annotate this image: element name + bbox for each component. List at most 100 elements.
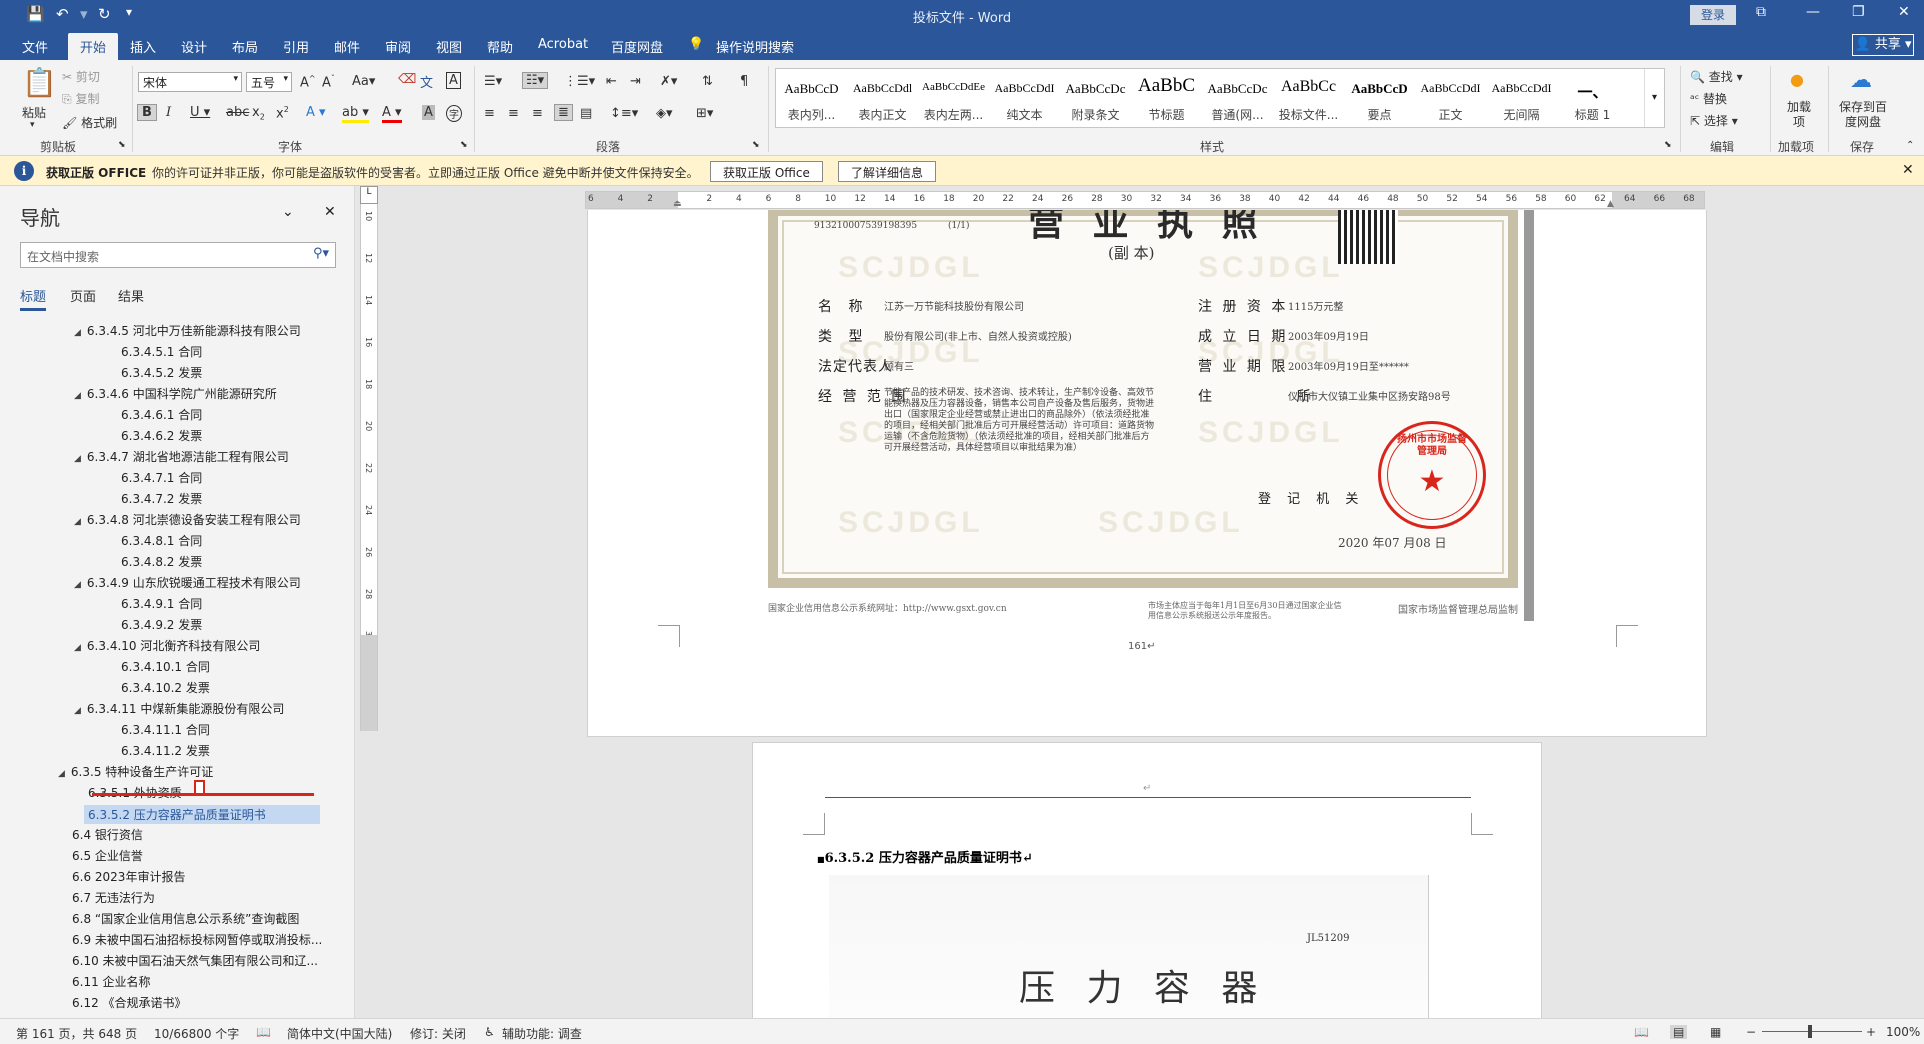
language-status[interactable]: 简体中文(中国大陆) — [287, 1025, 392, 1042]
style-item[interactable]: AaBbCcDdEe 表内左两... — [918, 69, 989, 127]
document-page[interactable]: ↵ ■6.3.5.2 压力容器产品质量证明书↵ JL51209 压 力 容 器 — [752, 742, 1542, 1018]
tab-help[interactable]: 帮助 — [487, 37, 513, 56]
nav-heading-item[interactable]: ◢ 6.3.4.10 河北衡齐科技有限公司 — [74, 637, 260, 654]
nav-tab-pages[interactable]: 页面 — [70, 286, 96, 305]
clear-format-icon[interactable]: ⌫ — [398, 72, 416, 87]
nav-heading-item[interactable]: 6.10 未被中国石油天然气集团有限公司和辽... — [72, 952, 318, 969]
show-marks-icon[interactable]: ¶ — [740, 74, 748, 89]
tab-insert[interactable]: 插入 — [130, 37, 156, 56]
tab-acrobat[interactable]: Acrobat — [538, 37, 588, 52]
style-item[interactable]: AaBbCcDdI 无间隔 — [1486, 69, 1557, 127]
align-center-icon[interactable]: ≡ — [508, 106, 519, 121]
nav-heading-item[interactable]: 6.6 2023年审计报告 — [72, 868, 185, 885]
tab-selector-icon[interactable]: L — [360, 186, 378, 204]
style-item[interactable]: AaBbCcD 表内列... — [776, 69, 847, 127]
chevron-down-icon[interactable]: ⌄ — [282, 204, 294, 220]
tab-file[interactable]: 文件 — [22, 37, 48, 56]
shading-icon[interactable]: ◈▾ — [656, 106, 673, 121]
zoom-in-icon[interactable]: + — [1866, 1025, 1876, 1039]
expand-triangle-icon[interactable]: ◢ — [74, 328, 81, 338]
find-button[interactable]: 🔍 查找 ▾ — [1690, 68, 1743, 85]
expand-triangle-icon[interactable]: ◢ — [74, 517, 81, 527]
nav-heading-item[interactable]: ◢ 6.3.5 特种设备生产许可证 — [58, 763, 213, 780]
tab-design[interactable]: 设计 — [181, 37, 207, 56]
borders-icon[interactable]: ⊞▾ — [696, 106, 713, 121]
style-item[interactable]: AaBbCcDdI 正文 — [1415, 69, 1486, 127]
proofing-icon[interactable]: 📖 — [256, 1025, 271, 1039]
nav-heading-item[interactable]: 6.3.4.10.2 发票 — [121, 679, 210, 696]
nav-search-input[interactable]: 在文档中搜索 ⚲▾ — [20, 242, 336, 268]
char-border-icon[interactable]: A — [446, 72, 461, 89]
nav-heading-item[interactable]: ◢ 6.3.4.9 山东欣锐暖通工程技术有限公司 — [74, 574, 301, 591]
restore-icon[interactable]: ❐ — [1852, 4, 1865, 20]
nav-heading-item[interactable]: 6.3.4.8.1 合同 — [121, 532, 202, 549]
print-layout-icon[interactable]: ▤ — [1670, 1025, 1688, 1039]
nav-heading-item[interactable]: 6.11 企业名称 — [72, 973, 151, 990]
page-count[interactable]: 第 161 页，共 648 页 — [16, 1025, 137, 1042]
close-icon[interactable]: ✕ — [324, 204, 336, 220]
strikethrough-icon[interactable]: abc — [226, 105, 249, 120]
font-name-box[interactable]: 宋体 ▾ — [138, 72, 242, 92]
nav-heading-item[interactable]: 6.7 无违法行为 — [72, 889, 155, 906]
clipboard-launcher-icon[interactable]: ⬊ — [118, 140, 126, 150]
learn-more-button[interactable]: 了解详细信息 — [838, 161, 937, 182]
nav-heading-item[interactable]: ◢ 6.3.4.8 河北崇德设备安装工程有限公司 — [74, 511, 301, 528]
indent-marker-icon[interactable]: ⏏ — [673, 199, 682, 209]
zoom-level[interactable]: 100% — [1886, 1025, 1920, 1039]
bullets-icon[interactable]: ☰▾ — [484, 74, 502, 89]
tab-home[interactable]: 开始 — [68, 33, 119, 63]
font-size-box[interactable]: 五号 ▾ — [246, 72, 292, 92]
cut-button[interactable]: ✂ 剪切 — [62, 68, 100, 85]
zoom-out-icon[interactable]: − — [1746, 1025, 1756, 1039]
nav-heading-item[interactable]: 6.3.4.6.1 合同 — [121, 406, 202, 423]
replace-button[interactable]: ᵃᶜ 替换 — [1690, 90, 1727, 107]
distributed-icon[interactable]: ▤ — [580, 106, 592, 121]
change-case-icon[interactable]: Aa▾ — [352, 74, 375, 89]
increase-indent-icon[interactable]: ⇥ — [630, 74, 641, 89]
right-indent-icon[interactable]: ▲ — [1607, 199, 1614, 209]
shrink-font-icon[interactable]: Aˇ — [322, 74, 335, 90]
sort-icon[interactable]: ⇅ — [702, 74, 713, 89]
style-item[interactable]: AaBbCcD 要点 — [1344, 69, 1415, 127]
track-changes-status[interactable]: 修订: 关闭 — [410, 1025, 466, 1042]
nav-tab-headings[interactable]: 标题 — [20, 286, 47, 311]
paste-icon[interactable]: 📋 — [22, 66, 57, 99]
nav-heading-item[interactable]: 6.3.4.8.2 发票 — [121, 553, 202, 570]
enclose-char-icon[interactable]: 字 — [446, 105, 462, 122]
nav-heading-item[interactable]: ◢ 6.3.4.11 中煤新集能源股份有限公司 — [74, 700, 284, 717]
style-item[interactable]: AaBbCcDc 附录条文 — [1060, 69, 1131, 127]
paste-button[interactable]: 粘贴 — [22, 104, 46, 121]
style-item[interactable]: AaBbCcDdI 纯文本 — [989, 69, 1060, 127]
search-icon[interactable]: ⚲▾ — [313, 246, 329, 261]
tab-review[interactable]: 审阅 — [385, 37, 411, 56]
ribbon-display-icon[interactable]: ⧉ — [1756, 4, 1766, 20]
numbering-icon[interactable]: ☷▾ — [522, 72, 549, 89]
align-left-icon[interactable]: ≡ — [484, 106, 495, 121]
nav-heading-item[interactable]: 6.3.5.2 压力容器产品质量证明书 — [84, 805, 320, 824]
minimize-icon[interactable]: — — [1806, 4, 1820, 20]
collapse-ribbon-icon[interactable]: ⌃ — [1906, 140, 1914, 151]
nav-tab-results[interactable]: 结果 — [118, 286, 144, 305]
superscript-icon[interactable]: x2 — [276, 105, 289, 121]
expand-triangle-icon[interactable]: ◢ — [74, 391, 81, 401]
nav-heading-item[interactable]: 6.3.4.7.2 发票 — [121, 490, 202, 507]
nav-heading-item[interactable]: ◢ 6.3.4.5 河北中万佳新能源科技有限公司 — [74, 322, 301, 339]
tab-layout[interactable]: 布局 — [232, 37, 258, 56]
nav-heading-item[interactable]: 6.3.4.6.2 发票 — [121, 427, 202, 444]
phonetic-guide-icon[interactable]: 文 — [420, 72, 433, 91]
tab-baidu[interactable]: 百度网盘 — [611, 37, 663, 56]
addin-icon[interactable]: ● — [1790, 70, 1804, 89]
nav-heading-item[interactable]: 6.9 未被中国石油招标投标网暂停或取消投标... — [72, 931, 322, 948]
read-mode-icon[interactable]: 📖 — [1634, 1025, 1649, 1039]
expand-triangle-icon[interactable]: ◢ — [58, 769, 65, 779]
paste-dropdown-icon[interactable]: ▾ — [30, 120, 35, 130]
nav-heading-item[interactable]: 6.4 银行资信 — [72, 826, 143, 843]
select-button[interactable]: ⇱ 选择 ▾ — [1690, 112, 1738, 129]
text-effects-icon[interactable]: A ▾ — [306, 105, 326, 120]
tell-me-search[interactable]: 操作说明搜索 — [716, 37, 794, 56]
tab-references[interactable]: 引用 — [283, 37, 309, 56]
nav-heading-item[interactable]: 6.3.4.11.2 发票 — [121, 742, 210, 759]
char-shading-icon[interactable]: A — [422, 105, 435, 120]
paragraph-launcher-icon[interactable]: ⬊ — [752, 140, 760, 150]
login-button[interactable]: 登录 — [1690, 5, 1736, 25]
